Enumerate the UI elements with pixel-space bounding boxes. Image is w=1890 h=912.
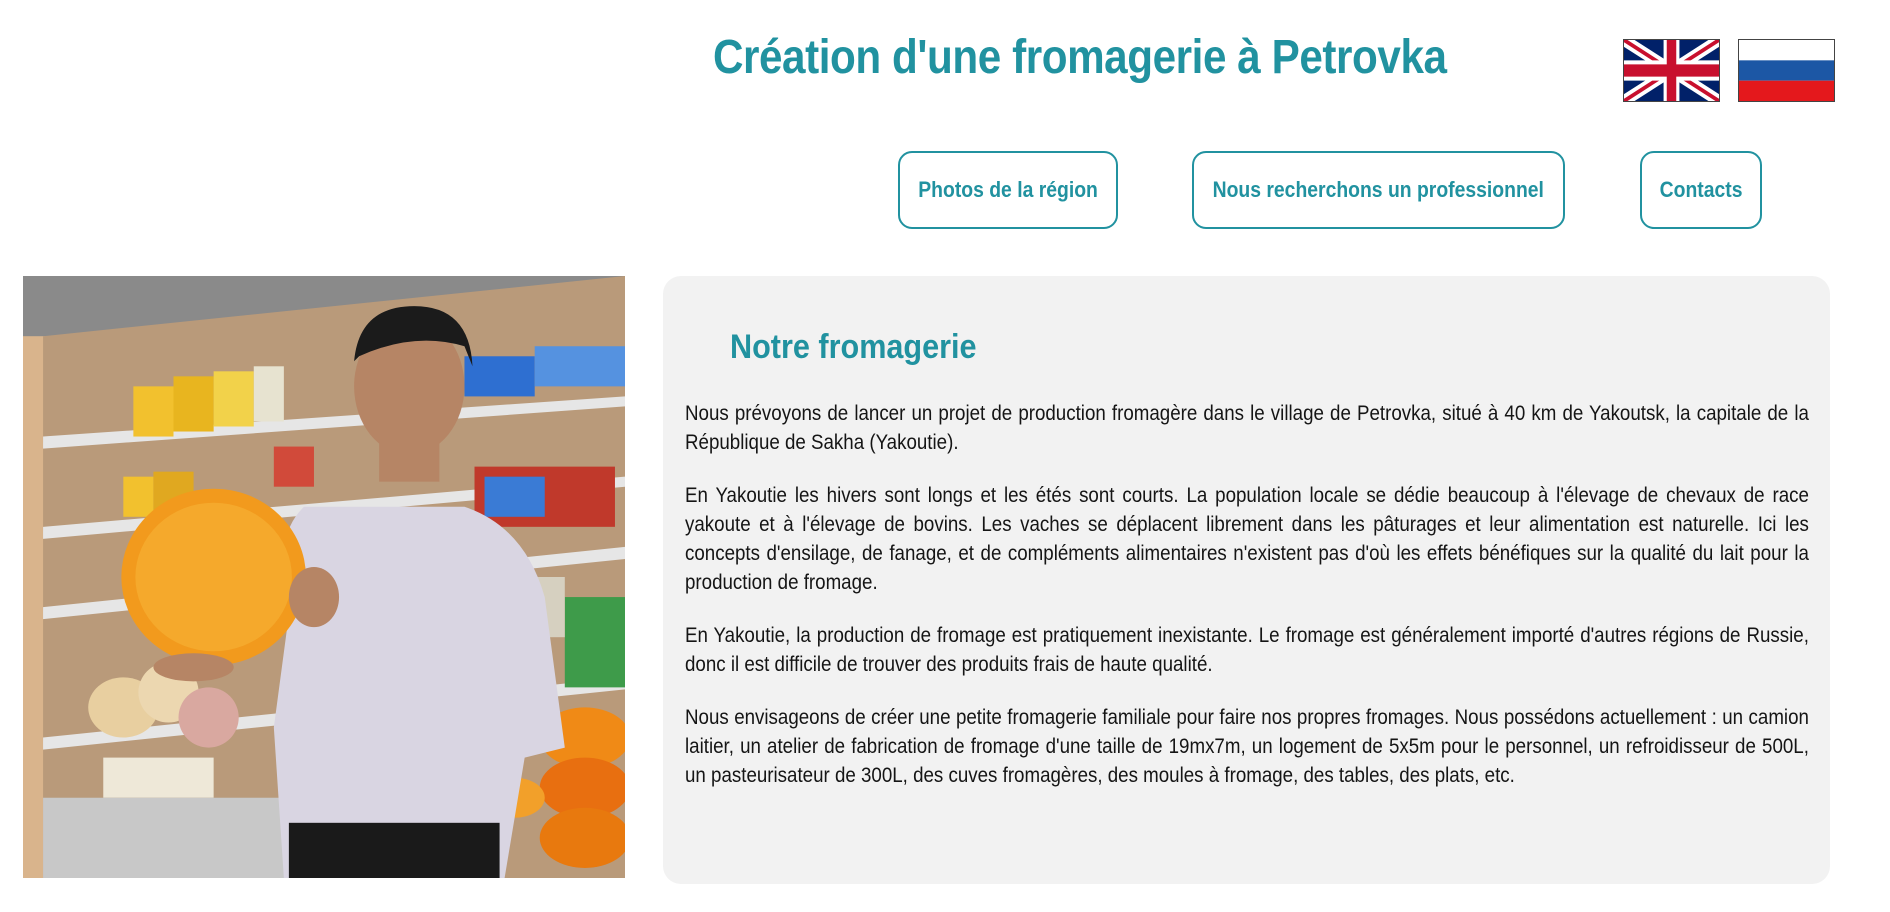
- paragraph: En Yakoutie les hivers sont longs et les…: [685, 484, 1809, 594]
- uk-flag-icon: [1624, 40, 1719, 101]
- nav-photos-label: Photos de la région: [918, 177, 1098, 202]
- cheesemaker-photo: [23, 276, 625, 878]
- paragraph: En Yakoutie, la production de fromage es…: [685, 624, 1809, 676]
- fromagerie-card: Notre fromagerie Nous prévoyons de lance…: [663, 276, 1830, 884]
- paragraph: Nous prévoyons de lancer un projet de pr…: [685, 402, 1809, 454]
- nav-contacts-button[interactable]: Contacts: [1640, 151, 1762, 229]
- nav-professional-label: Nous recherchons un professionnel: [1212, 177, 1545, 202]
- language-english-button[interactable]: [1623, 39, 1720, 102]
- nav-professional-button[interactable]: Nous recherchons un professionnel: [1192, 151, 1565, 229]
- paragraph: Nous envisageons de créer une petite fro…: [685, 706, 1809, 787]
- section-title: Notre fromagerie: [730, 328, 977, 366]
- nav-contacts-label: Contacts: [1659, 177, 1743, 202]
- nav-photos-button[interactable]: Photos de la région: [898, 151, 1118, 229]
- russia-flag-icon: [1739, 40, 1834, 101]
- language-russian-button[interactable]: [1738, 39, 1835, 102]
- section-body: Nous prévoyons de lancer un projet de pr…: [685, 399, 1809, 814]
